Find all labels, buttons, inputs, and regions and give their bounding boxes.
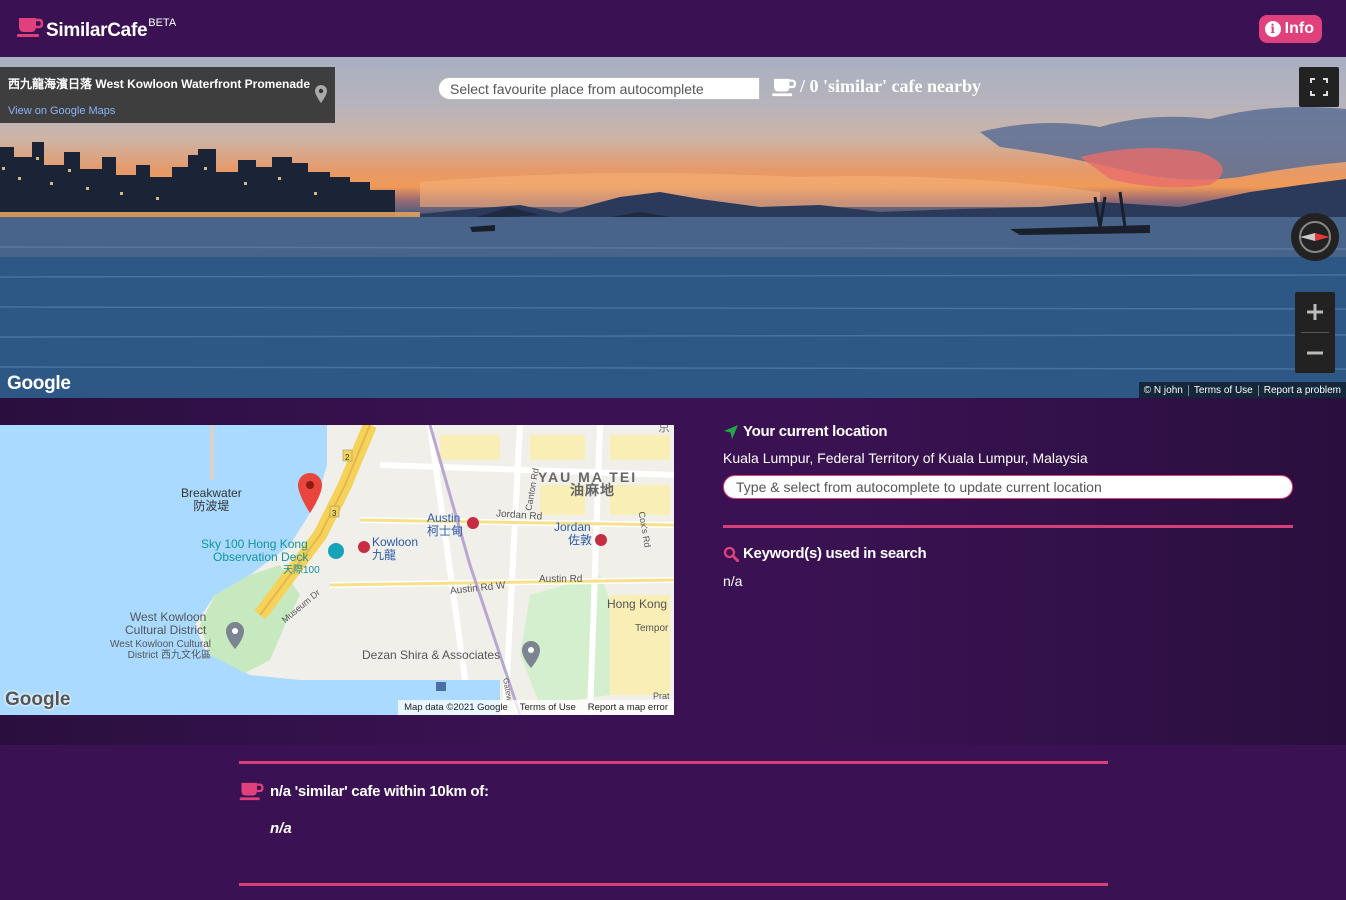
zoom-controls [1295,292,1335,373]
map-label-wkcd: West Kowloon Cultural District [125,610,207,637]
current-location-value: Kuala Lumpur, Federal Territory of Kuala… [723,450,1088,466]
map-terms-link[interactable]: Terms of Use [514,702,582,713]
result-heading: n/a 'similar' cafe within 10km of: [239,781,489,801]
map-label-dezan-shira: Dezan Shira & Associates [362,648,501,662]
map-label-yau-ma-tei: YAU MA TEI 油麻地 [538,469,638,498]
keywords-heading: Keyword(s) used in search [723,545,1293,562]
nearby-count-text: / 0 'similar' cafe nearby [800,76,981,96]
app-header: SimilarCafe BETA i Info [0,0,1346,57]
beta-badge: BETA [148,17,177,29]
result-top-divider [239,761,1108,764]
street-view-panorama[interactable]: 西九龍海濱日落 West Kowloon Waterfront Promenad… [0,57,1346,398]
map-label-austin: Austin 柯士甸 [427,511,464,538]
result-value: n/a [270,820,292,837]
terms-of-use-link[interactable]: Terms of Use [1187,384,1258,396]
place-name: 西九龍海濱日落 West Kowloon Waterfront Promenad… [8,77,311,91]
map-label-breakwater: Breakwater 防波堤 [181,486,242,513]
streetview-attribution: © N john Terms of Use Report a problem [1138,382,1346,398]
brand-logo[interactable]: SimilarCafe BETA [17,16,176,42]
map-label-kowloon: Kowloon 九龍 [372,535,419,562]
google-map[interactable]: Breakwater 防波堤 YAU MA TEI 油麻地 Sky 100 Hong… [0,425,674,715]
keywords-value: n/a [723,573,743,589]
coffee-cup-icon [772,78,796,96]
zoom-out-button[interactable] [1295,333,1335,373]
map-label-austin-rd: Austin Rd [539,574,583,585]
location-search-input[interactable] [723,475,1293,499]
route-3-shield: 3 [332,509,337,518]
report-map-error-link[interactable]: Report a map error [582,702,674,713]
map-label-corner: 京 [658,425,671,434]
location-panel: Your current location Kuala Lumpur, Fede… [723,423,1293,589]
google-map-logo: Google [5,689,71,710]
coffee-cup-icon [239,782,264,801]
map-label-hong-kong: Hong Kong [607,597,668,611]
place-info-card: 西九龍海濱日落 West Kowloon Waterfront Promenad… [0,67,335,123]
search-icon [723,546,739,562]
map-label-wkcd-small: West Kowloon Cultural District 西九文化區 [110,639,211,661]
current-location-heading: Your current location [723,423,1293,440]
map-label-tempor: Tempor [635,623,669,634]
zoom-in-button[interactable] [1295,292,1335,332]
fullscreen-button[interactable] [1299,67,1339,107]
photo-credit: © N john [1143,384,1183,396]
plus-icon [1307,304,1323,320]
brand-name: SimilarCafe [46,20,148,41]
section-divider [723,525,1293,528]
view-on-google-maps-link[interactable]: View on Google Maps [8,105,115,117]
result-section: n/a 'similar' cafe within 10km of: n/a [239,761,1108,886]
favourite-place-search-input[interactable] [438,77,760,100]
map-label-jordan: Jordan 佐敦 [554,520,593,547]
info-button-label: Info [1284,20,1314,37]
map-label-sky100: Sky 100 Hong Kong Observation Deck 天際100 [201,537,320,577]
google-logo: Google [7,373,71,394]
minus-icon [1307,351,1323,355]
location-arrow-icon [724,424,738,439]
map-attribution: Map data ©2021 Google Terms of Use Repor… [398,700,674,715]
fullscreen-icon [1310,78,1328,96]
route-2-shield: 2 [345,453,350,462]
info-button[interactable]: i Info [1258,15,1322,43]
map-pin-icon[interactable] [315,85,327,103]
compass-icon[interactable] [1290,212,1340,262]
nearby-cafe-count: / 0 'similar' cafe nearby [772,76,981,97]
report-problem-link[interactable]: Report a problem [1257,384,1346,396]
coffee-cup-icon [17,18,43,37]
map-data-credit: Map data ©2021 Google [404,702,508,713]
result-bottom-divider [239,883,1108,886]
info-icon: i [1264,21,1281,37]
